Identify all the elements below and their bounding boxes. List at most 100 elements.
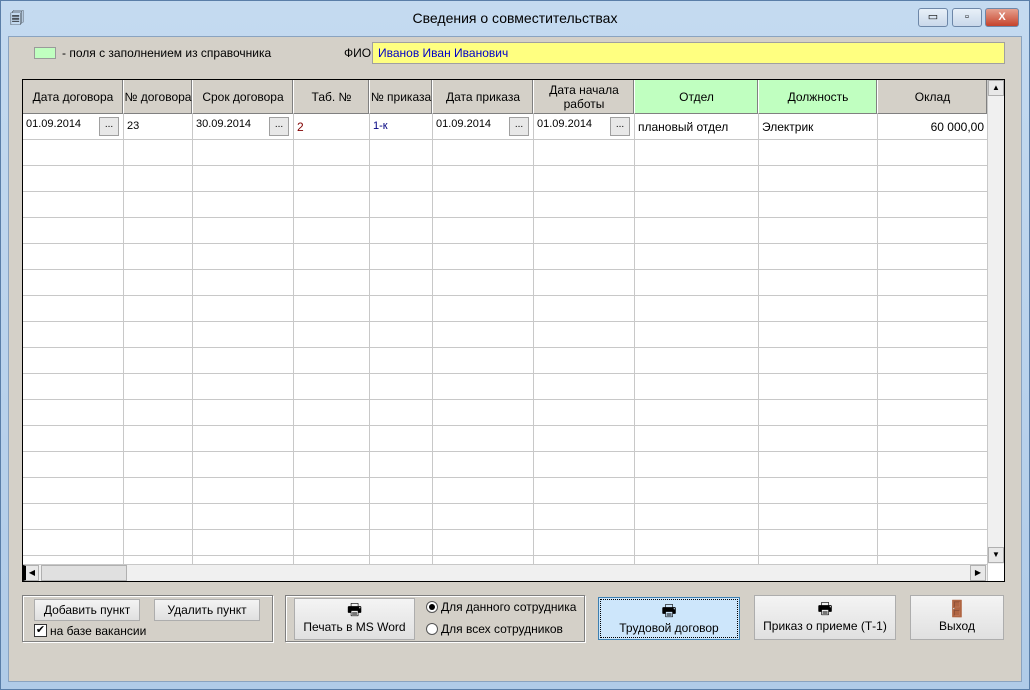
- grid-cell[interactable]: [124, 504, 193, 530]
- delete-item-button[interactable]: Удалить пункт: [154, 599, 260, 621]
- lookup-ellipsis-button[interactable]: ...: [99, 117, 119, 136]
- grid-cell[interactable]: [23, 504, 124, 530]
- grid-cell[interactable]: 30.09.2014...: [193, 114, 294, 140]
- grid-cell[interactable]: [193, 452, 294, 478]
- grid-cell[interactable]: [23, 530, 124, 556]
- hire-order-button[interactable]: 🖶 Приказ о приеме (Т-1): [754, 595, 896, 640]
- grid-cell[interactable]: [370, 374, 433, 400]
- grid-cell[interactable]: [534, 426, 635, 452]
- grid-cell[interactable]: [433, 400, 534, 426]
- grid-cell[interactable]: [294, 478, 370, 504]
- column-header[interactable]: № приказа: [370, 80, 433, 114]
- grid-cell[interactable]: [878, 296, 988, 322]
- grid-cell[interactable]: [635, 140, 759, 166]
- grid-cell[interactable]: [878, 270, 988, 296]
- grid-cell[interactable]: [635, 426, 759, 452]
- grid-cell[interactable]: [635, 218, 759, 244]
- grid-cell[interactable]: [878, 244, 988, 270]
- scroll-left-button[interactable]: ◀: [23, 565, 39, 581]
- grid-cell[interactable]: [294, 400, 370, 426]
- grid-cell[interactable]: [534, 244, 635, 270]
- grid-cell[interactable]: [433, 478, 534, 504]
- grid-cell[interactable]: [23, 426, 124, 452]
- grid-cell[interactable]: [124, 270, 193, 296]
- grid-cell[interactable]: [294, 244, 370, 270]
- grid-cell[interactable]: [759, 140, 878, 166]
- grid-cell[interactable]: [370, 140, 433, 166]
- grid-cell[interactable]: [534, 270, 635, 296]
- grid-cell[interactable]: 01.09.2014...: [433, 114, 534, 140]
- grid-cell[interactable]: [534, 400, 635, 426]
- grid-cell[interactable]: [878, 426, 988, 452]
- grid-cell[interactable]: 2: [294, 114, 370, 140]
- grid-cell[interactable]: [370, 452, 433, 478]
- grid-cell[interactable]: [193, 504, 294, 530]
- grid-cell[interactable]: [193, 530, 294, 556]
- grid-cell[interactable]: [878, 140, 988, 166]
- grid-cell[interactable]: [433, 504, 534, 530]
- grid-cell[interactable]: [433, 244, 534, 270]
- grid-cell[interactable]: [759, 244, 878, 270]
- grid-cell[interactable]: [370, 400, 433, 426]
- grid-cell[interactable]: [759, 270, 878, 296]
- grid-cell[interactable]: [23, 244, 124, 270]
- grid-cell[interactable]: [193, 400, 294, 426]
- grid-cell[interactable]: [635, 400, 759, 426]
- grid-cell[interactable]: [759, 374, 878, 400]
- grid-cell[interactable]: [370, 504, 433, 530]
- lookup-ellipsis-button[interactable]: ...: [269, 117, 289, 136]
- grid-cell[interactable]: [878, 192, 988, 218]
- grid-cell[interactable]: [23, 166, 124, 192]
- grid-cell[interactable]: [759, 478, 878, 504]
- grid-cell[interactable]: [433, 452, 534, 478]
- grid-cell[interactable]: [433, 322, 534, 348]
- column-header[interactable]: Дата договора: [23, 80, 124, 114]
- grid-cell[interactable]: [433, 348, 534, 374]
- grid-cell[interactable]: [193, 166, 294, 192]
- lookup-ellipsis-button[interactable]: ...: [509, 117, 529, 136]
- grid-cell[interactable]: [433, 192, 534, 218]
- minimize-button[interactable]: ▭: [918, 8, 948, 27]
- grid-cell[interactable]: [759, 452, 878, 478]
- grid-cell[interactable]: [294, 530, 370, 556]
- exit-button[interactable]: 🚪 Выход: [910, 595, 1004, 640]
- grid-cell[interactable]: 01.09.2014...: [534, 114, 635, 140]
- grid-cell[interactable]: [193, 244, 294, 270]
- grid-cell[interactable]: [759, 504, 878, 530]
- grid-cell[interactable]: [23, 296, 124, 322]
- grid-cell[interactable]: [193, 218, 294, 244]
- grid-cell[interactable]: [635, 374, 759, 400]
- grid-cell[interactable]: [433, 270, 534, 296]
- grid-cell[interactable]: 01.09.2014...: [23, 114, 124, 140]
- contracts-grid[interactable]: Дата договора № договора Срок договора Таб.…: [22, 79, 1005, 582]
- grid-cell[interactable]: [294, 166, 370, 192]
- vertical-scrollbar[interactable]: ▲ ▼: [987, 80, 1004, 564]
- grid-cell[interactable]: [635, 478, 759, 504]
- grid-cell[interactable]: [124, 452, 193, 478]
- grid-cell[interactable]: [635, 504, 759, 530]
- grid-cell[interactable]: [635, 296, 759, 322]
- column-header[interactable]: Срок договора: [193, 80, 294, 114]
- column-header[interactable]: Оклад: [878, 80, 988, 114]
- radio-all-employees[interactable]: [426, 623, 438, 635]
- grid-cell[interactable]: [433, 218, 534, 244]
- grid-cell[interactable]: [124, 244, 193, 270]
- grid-cell[interactable]: [878, 530, 988, 556]
- grid-cell[interactable]: [370, 322, 433, 348]
- grid-cell[interactable]: [294, 374, 370, 400]
- grid-cell[interactable]: [759, 530, 878, 556]
- grid-cell[interactable]: плановый отдел: [635, 114, 759, 140]
- grid-cell[interactable]: [23, 348, 124, 374]
- scroll-right-button[interactable]: ▶: [970, 565, 986, 581]
- grid-cell[interactable]: [534, 192, 635, 218]
- grid-cell[interactable]: 1-к: [370, 114, 433, 140]
- grid-cell[interactable]: [534, 452, 635, 478]
- grid-cell[interactable]: [193, 478, 294, 504]
- grid-cell[interactable]: [124, 374, 193, 400]
- column-header[interactable]: Дата приказа: [433, 80, 534, 114]
- grid-cell[interactable]: [124, 530, 193, 556]
- grid-cell[interactable]: [370, 348, 433, 374]
- grid-cell[interactable]: [433, 374, 534, 400]
- grid-cell[interactable]: [193, 426, 294, 452]
- grid-cell[interactable]: [534, 140, 635, 166]
